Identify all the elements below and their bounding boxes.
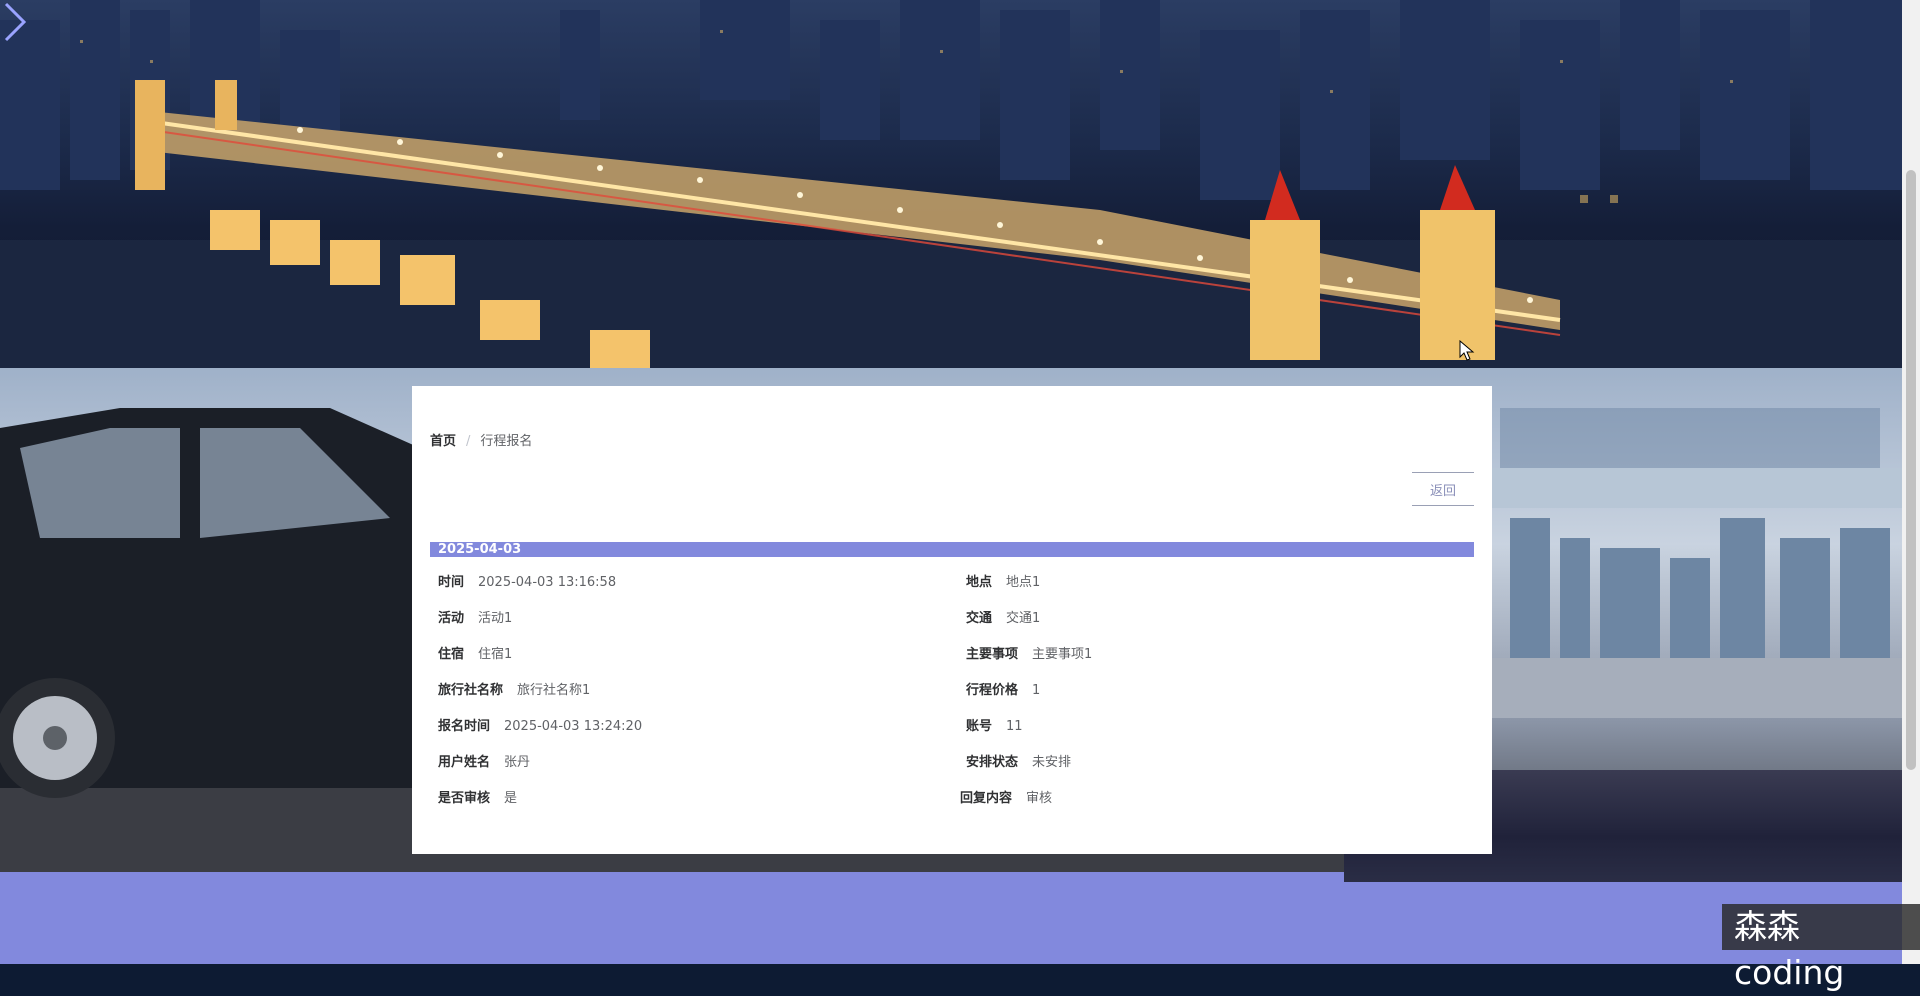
field-value: 是 [504, 791, 518, 806]
field-label: 行程价格 [966, 683, 1019, 698]
field-agency-name: 旅行社名称 旅行社名称1 [438, 679, 590, 698]
field-value: 2025-04-03 13:16:58 [478, 575, 617, 590]
field-arrange-status: 安排状态 未安排 [966, 751, 1071, 770]
field-value: 活动1 [478, 611, 513, 626]
field-label: 是否审核 [438, 791, 491, 806]
field-trip-price: 行程价格 1 [966, 679, 1040, 698]
field-value: 张丹 [504, 755, 531, 770]
field-label: 旅行社名称 [438, 683, 504, 698]
chevron-right-icon[interactable] [0, 0, 30, 44]
field-value: 审核 [1026, 791, 1053, 806]
field-label: 活动 [438, 611, 465, 626]
breadcrumb-separator: / [466, 434, 471, 449]
field-main-items: 主要事项 主要事项1 [966, 643, 1092, 662]
field-user-name: 用户姓名 张丹 [438, 751, 530, 770]
field-value: 1 [1032, 683, 1041, 698]
field-reviewed: 是否审核是 [438, 787, 517, 806]
field-label: 账号 [966, 719, 993, 734]
field-account: 账号 11 [966, 715, 1023, 734]
scrollbar-thumb[interactable] [1906, 170, 1916, 770]
field-label: 住宿 [438, 647, 465, 662]
field-label: 用户姓名 [438, 755, 491, 770]
field-value: 交通1 [1006, 611, 1041, 626]
field-value: 2025-04-03 13:24:20 [504, 719, 643, 734]
hero-banner [0, 0, 1902, 368]
date-header: 2025-04-03 [430, 542, 1474, 557]
field-transport: 交通 交通1 [966, 607, 1040, 626]
field-label: 时间 [438, 575, 465, 590]
banner-image [0, 0, 1902, 368]
page-scrollbar[interactable] [1902, 0, 1920, 964]
mouse-pointer-icon [1459, 340, 1475, 361]
detail-card: 首页 / 行程报名 返回 2025-04-03 时间 2025-04-03 13:16… [412, 386, 1492, 854]
watermark-label: 森森coding [1722, 904, 1920, 992]
field-value: 旅行社名称1 [517, 683, 591, 698]
field-lodging: 住宿 住宿1 [438, 643, 512, 662]
field-value: 11 [1006, 719, 1023, 734]
field-signup-time: 报名时间 2025-04-03 13:24:20 [438, 715, 642, 734]
field-value: 主要事项1 [1032, 647, 1093, 662]
field-value: 地点1 [1006, 575, 1041, 590]
field-label: 交通 [966, 611, 993, 626]
breadcrumb-home[interactable]: 首页 [430, 434, 456, 449]
footer-bar [0, 872, 1902, 964]
field-value: 未安排 [1032, 755, 1072, 770]
field-label: 地点 [966, 575, 993, 590]
field-label: 主要事项 [966, 647, 1019, 662]
breadcrumb-current: 行程报名 [480, 434, 533, 449]
field-label: 回复内容 [960, 791, 1013, 806]
field-time: 时间 2025-04-03 13:16:58 [438, 571, 616, 590]
back-button[interactable]: 返回 [1412, 472, 1474, 506]
field-activity: 活动 活动1 [438, 607, 512, 626]
field-label: 报名时间 [438, 719, 491, 734]
field-value: 住宿1 [478, 647, 513, 662]
breadcrumb: 首页 / 行程报名 [430, 430, 532, 449]
field-label: 安排状态 [966, 755, 1019, 770]
field-location: 地点 地点1 [966, 571, 1040, 590]
field-reply-content: 回复内容 审核 [960, 787, 1052, 806]
